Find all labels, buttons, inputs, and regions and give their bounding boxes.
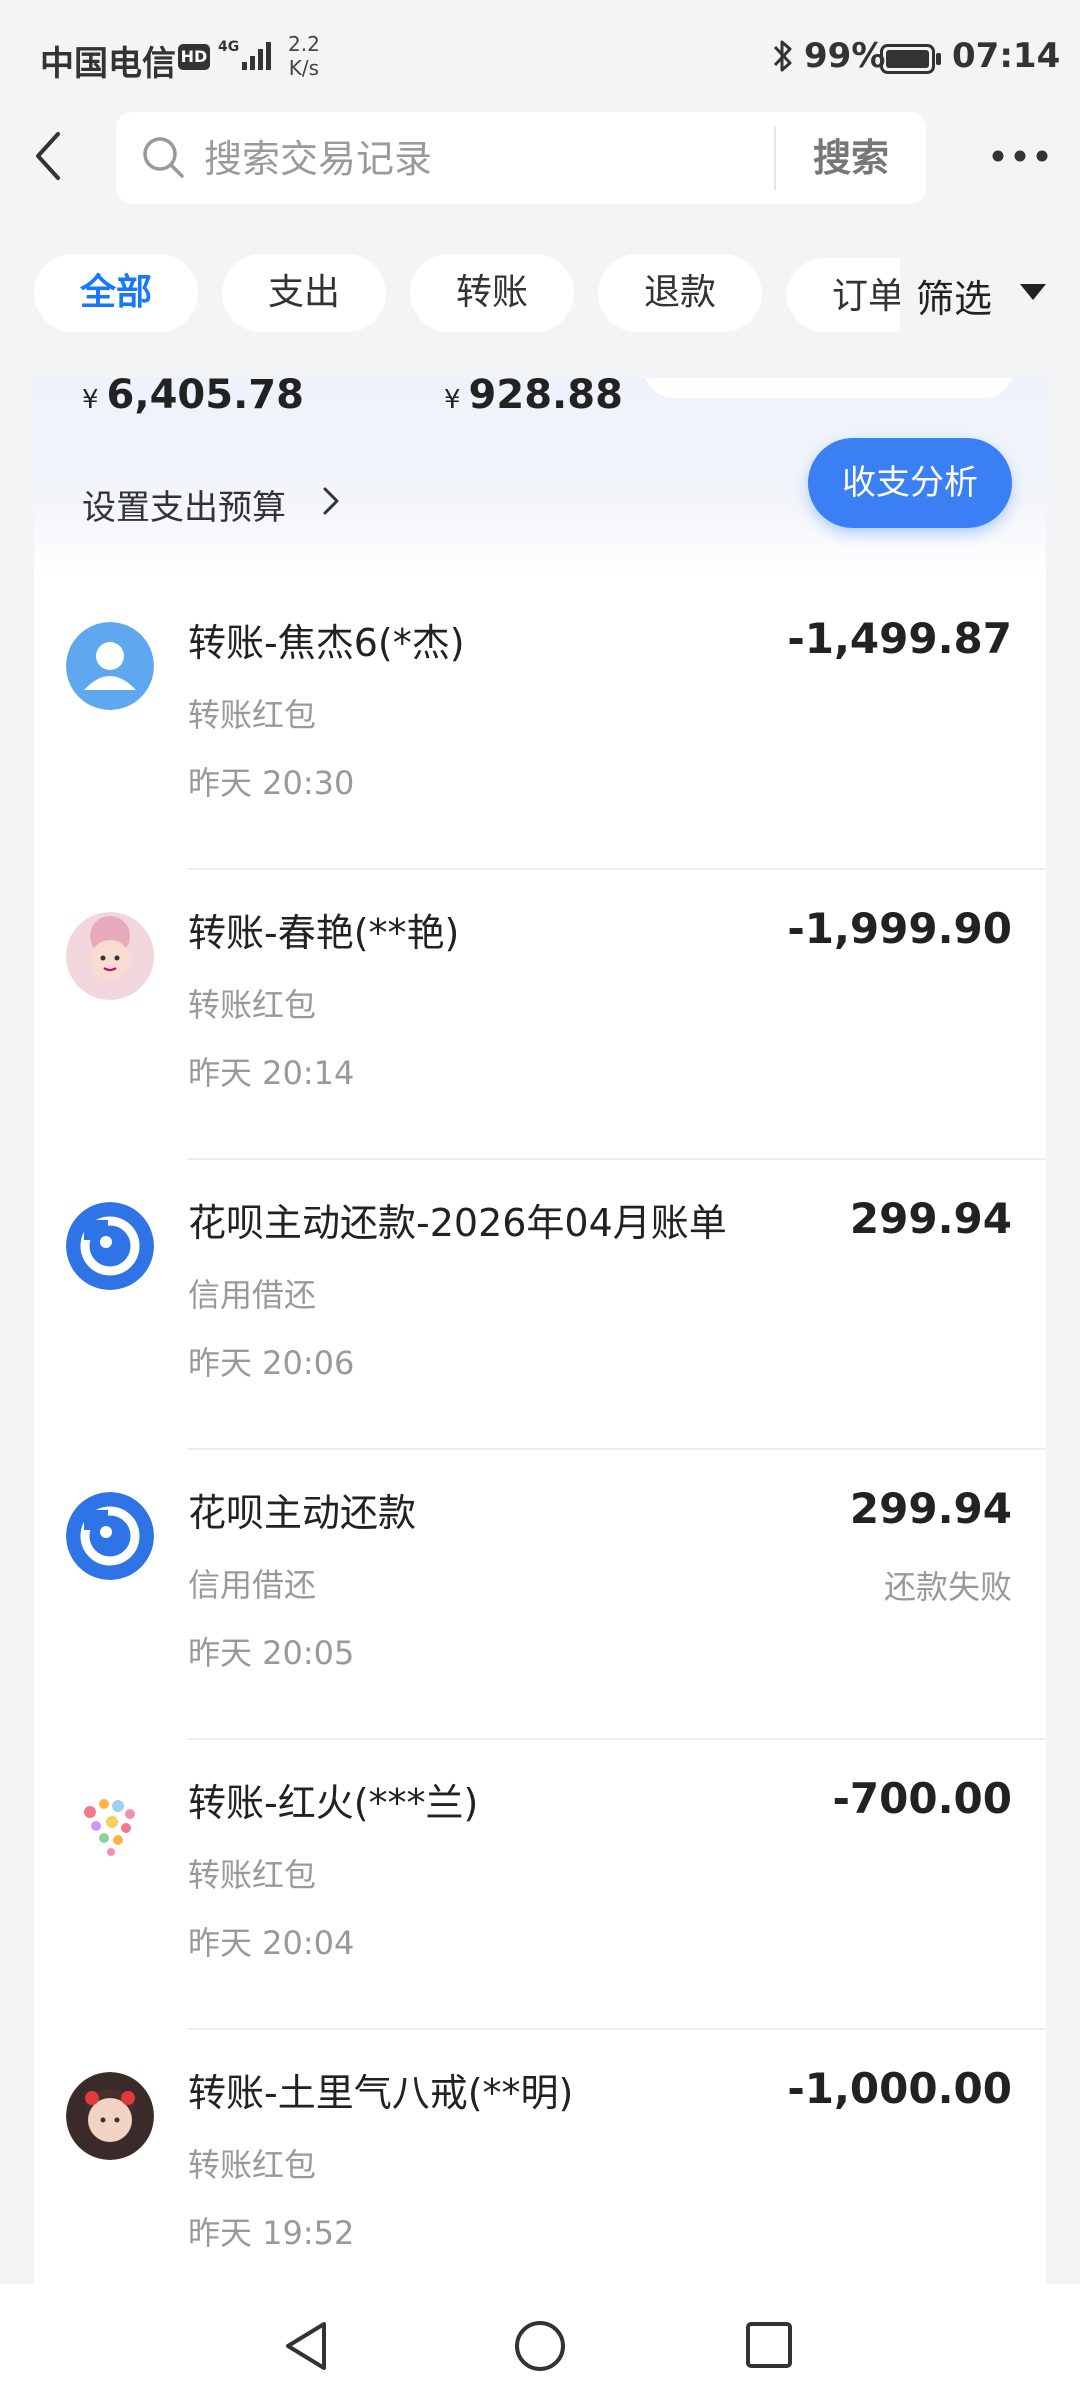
battery-icon [880, 44, 941, 74]
filter-button[interactable]: 筛选 [900, 250, 1080, 336]
filter-label: 筛选 [916, 277, 993, 321]
transaction-row[interactable]: 转账-红火(***兰) 转账红包 昨天 20:04 -700.00 [34, 1740, 1046, 2030]
transaction-title: 花呗主动还款 [188, 1491, 417, 1535]
speed-unit: K/s [288, 56, 320, 80]
transaction-category: 信用借还 [188, 1566, 317, 1604]
transaction-amount: 299.94 [849, 1194, 1012, 1243]
transaction-title: 转账-土里气八戒(**明) [188, 2071, 574, 2115]
battery-percent: 99% [804, 36, 886, 76]
system-navigation-bar [0, 2284, 1080, 2400]
transaction-row[interactable]: 转账-土里气八戒(**明) 转账红包 昨天 19:52 -1,000.00 [34, 2030, 1046, 2284]
search-bar: 搜索 [116, 112, 926, 206]
chevron-right-icon[interactable] [322, 486, 340, 516]
tab-order-clip: 订单 [786, 254, 904, 332]
total-income: ¥928.88 [444, 378, 623, 418]
transaction-time: 昨天 20:30 [188, 764, 355, 802]
transaction-category: 转账红包 [188, 696, 317, 734]
tab-order[interactable]: 订单 [786, 258, 904, 332]
transaction-row[interactable]: 转账-春艳(**艳) 转账红包 昨天 20:14 -1,999.90 [34, 870, 1046, 1160]
total-expense: ¥6,405.78 [82, 378, 304, 418]
transaction-time: 昨天 19:52 [188, 2214, 355, 2252]
carrier-name: 中国电信 [40, 44, 176, 84]
baby-photo-avatar [66, 912, 154, 1000]
total-expense-value: 6,405.78 [106, 378, 304, 418]
signal-icon [242, 42, 271, 70]
girl-photo-avatar [66, 2072, 154, 2160]
huabei-logo-icon [66, 1492, 154, 1580]
tab-all[interactable]: 全部 [34, 254, 198, 332]
hd-badge: HD [178, 44, 210, 70]
transaction-status: 还款失败 [883, 1568, 1012, 1606]
transaction-category: 信用借还 [188, 1276, 317, 1314]
transaction-row[interactable]: 花呗主动还款 信用借还 昨天 20:05 299.94 还款失败 [34, 1450, 1046, 1740]
transaction-time: 昨天 20:04 [188, 1924, 355, 1962]
transaction-time: 昨天 20:06 [188, 1344, 355, 1382]
transaction-title: 转账-焦杰6(*杰) [188, 621, 465, 665]
transaction-category: 转账红包 [188, 986, 317, 1024]
tab-expense[interactable]: 支出 [222, 254, 386, 332]
currency-symbol: ¥ [82, 385, 99, 415]
transaction-title: 花呗主动还款-2026年04月账单 [188, 1201, 727, 1245]
transaction-amount: -1,499.87 [787, 614, 1012, 663]
income-expense-analysis-button[interactable]: 收支分析 [808, 438, 1012, 528]
total-income-value: 928.88 [468, 378, 623, 418]
partial-summary-pill [644, 378, 1014, 398]
summary-panel: ¥6,405.78 ¥928.88 设置支出预算 收支分析 [34, 378, 1046, 580]
nav-recent-apps-square-icon[interactable] [744, 2320, 794, 2370]
default-person-avatar [66, 622, 154, 710]
nav-back-triangle-icon[interactable] [280, 2318, 330, 2374]
set-budget-link[interactable]: 设置支出预算 [82, 480, 286, 529]
transaction-amount: 299.94 [849, 1484, 1012, 1533]
search-icon [143, 137, 184, 178]
transaction-title: 转账-红火(***兰) [188, 1781, 479, 1825]
transaction-row[interactable]: 转账-焦杰6(*杰) 转账红包 昨天 20:30 -1,499.87 [34, 580, 1046, 870]
dropdown-triangle-icon [1020, 284, 1046, 300]
tab-refund[interactable]: 退款 [598, 254, 762, 332]
currency-symbol: ¥ [444, 385, 461, 415]
transaction-time: 昨天 20:14 [188, 1054, 355, 1092]
transaction-category: 转账红包 [188, 1856, 317, 1894]
network-type: 4G [218, 39, 240, 55]
clock: 07:14 [952, 36, 1061, 76]
transaction-amount: -700.00 [832, 1774, 1012, 1823]
transaction-card: ¥6,405.78 ¥928.88 设置支出预算 收支分析 转账-焦杰6(*杰)… [34, 378, 1046, 2284]
speed-value: 2.2 [288, 32, 320, 56]
more-options-icon[interactable] [990, 148, 1050, 164]
transaction-time: 昨天 20:05 [188, 1634, 355, 1672]
network-speed: 2.2 K/s [288, 32, 320, 80]
transaction-title: 转账-春艳(**艳) [188, 911, 460, 955]
huabei-logo-icon [66, 1202, 154, 1290]
status-bar: 中国电信 HD 4G 2.2 K/s 99% 07:14 [0, 0, 1080, 110]
search-button[interactable]: 搜索 [776, 112, 926, 204]
heart-candy-avatar [66, 1782, 154, 1870]
transaction-row[interactable]: 花呗主动还款-2026年04月账单 信用借还 昨天 20:06 299.94 [34, 1160, 1046, 1450]
tab-transfer[interactable]: 转账 [410, 254, 574, 332]
transaction-amount: -1,999.90 [787, 904, 1012, 953]
back-arrow-icon[interactable] [28, 126, 68, 186]
filter-tabs: 全部 支出 转账 退款 订单 筛选 [0, 250, 1080, 336]
nav-home-circle-icon[interactable] [512, 2318, 568, 2374]
bluetooth-icon [773, 40, 792, 72]
transaction-amount: -1,000.00 [787, 2064, 1012, 2113]
transaction-category: 转账红包 [188, 2146, 317, 2184]
